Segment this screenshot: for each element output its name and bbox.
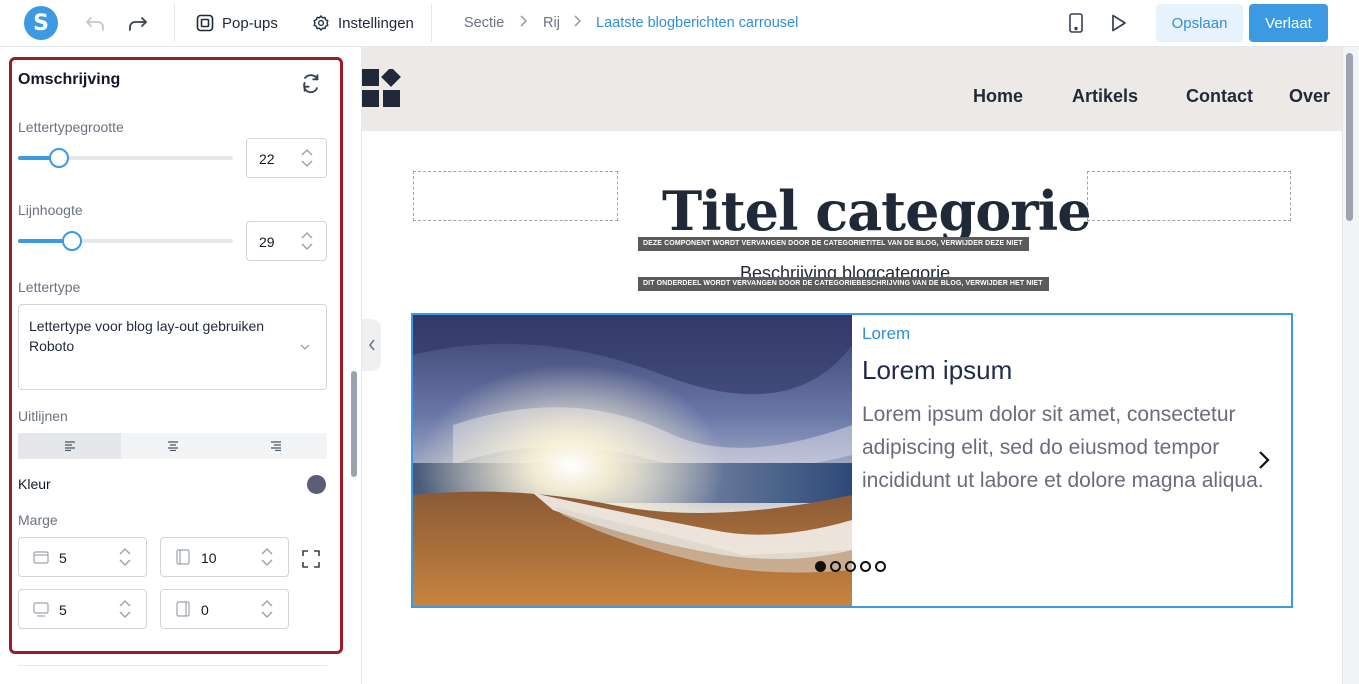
- margin-bottom-input[interactable]: 5: [18, 589, 147, 629]
- font-selected-value: Roboto: [29, 338, 75, 354]
- margin-label: Marge: [18, 512, 58, 528]
- margin-left-value: 0: [201, 602, 209, 618]
- alignment-label: Uitlijnen: [18, 408, 68, 424]
- carousel-category[interactable]: Lorem: [862, 324, 910, 344]
- carousel-post-excerpt: Lorem ipsum dolor sit amet, consectetur …: [862, 403, 1264, 492]
- app-logo[interactable]: S: [24, 6, 58, 40]
- font-family-select[interactable]: Lettertype voor blog lay-out gebruiken R…: [18, 304, 327, 390]
- margin-bottom-icon: [33, 601, 49, 620]
- stepper-icon[interactable]: [118, 599, 132, 622]
- popup-icon: [196, 14, 214, 32]
- font-size-input[interactable]: 22: [246, 138, 327, 178]
- stepper-icon[interactable]: [118, 547, 132, 570]
- site-header: Home Artikels Contact Over: [362, 47, 1342, 131]
- font-size-label: Lettertypegrootte: [18, 119, 124, 135]
- reset-icon[interactable]: [300, 72, 322, 94]
- carousel-dot[interactable]: [845, 561, 856, 572]
- color-swatch[interactable]: [307, 475, 326, 494]
- line-height-value: 29: [259, 234, 275, 250]
- breadcrumb-current: Laatste blogberichten carrousel: [596, 15, 799, 31]
- font-size-slider-knob[interactable]: [49, 148, 69, 168]
- stepper-icon[interactable]: [300, 148, 314, 171]
- align-right-button[interactable]: [224, 433, 327, 459]
- margin-left-icon: [175, 601, 191, 620]
- carousel-dot[interactable]: [815, 561, 826, 572]
- carousel-dot[interactable]: [860, 561, 871, 572]
- title-notice-badge: DEZE COMPONENT WORDT VERVANGEN DOOR DE C…: [638, 237, 1029, 251]
- alignment-toggle: [18, 433, 327, 459]
- margin-top-value: 5: [59, 550, 67, 566]
- blog-carousel[interactable]: Lorem Lorem ipsum Lorem ipsum dolor sit …: [411, 313, 1293, 608]
- font-size-value: 22: [259, 151, 275, 167]
- nav-home[interactable]: Home: [973, 86, 1023, 107]
- chevron-down-icon: [300, 338, 310, 354]
- breadcrumb-chevron-icon: [572, 14, 582, 33]
- font-option-line: Lettertype voor blog lay-out gebruiken: [29, 318, 265, 334]
- align-right-icon: [270, 441, 281, 451]
- margin-right-icon: [175, 549, 191, 568]
- site-logo-icon[interactable]: [362, 67, 404, 114]
- margin-top-icon: [33, 549, 49, 568]
- font-size-slider[interactable]: [18, 148, 233, 168]
- empty-placeholder-right[interactable]: [1087, 171, 1291, 221]
- undo-icon[interactable]: [82, 11, 108, 35]
- breadcrumb-row[interactable]: Rij: [543, 15, 560, 31]
- leave-button[interactable]: Verlaat: [1249, 4, 1328, 42]
- align-center-icon: [167, 441, 178, 451]
- breadcrumb-section[interactable]: Sectie: [464, 15, 504, 31]
- panel-section-title: Omschrijving: [18, 71, 121, 88]
- toolbar-divider: [431, 4, 432, 42]
- line-height-input[interactable]: 29: [246, 221, 327, 261]
- carousel-post-title[interactable]: Lorem ipsum: [862, 355, 1012, 386]
- margin-right-value: 10: [201, 550, 217, 566]
- gear-icon: [313, 15, 329, 31]
- margin-bottom-value: 5: [59, 602, 67, 618]
- align-left-button[interactable]: [18, 433, 121, 459]
- stepper-icon[interactable]: [260, 547, 274, 570]
- margin-right-input[interactable]: 10: [160, 537, 289, 577]
- nav-articles[interactable]: Artikels: [1072, 86, 1138, 107]
- top-toolbar: S Pop-ups Instellingen Sectie Rij Laatst…: [0, 0, 1359, 47]
- breadcrumb-chevron-icon: [518, 14, 528, 33]
- chevron-left-icon: [368, 339, 375, 351]
- collapse-panel-button[interactable]: [362, 319, 381, 371]
- play-preview-icon[interactable]: [1109, 12, 1129, 34]
- settings-panel: Omschrijving Lettertypegrootte 22 Lijnho…: [0, 47, 362, 684]
- canvas-scrollbar-thumb[interactable]: [1346, 53, 1353, 221]
- line-height-label: Lijnhoogte: [18, 202, 83, 218]
- chevron-right-icon[interactable]: [1257, 449, 1271, 476]
- align-left-icon: [64, 441, 75, 451]
- toolbar-divider: [174, 4, 175, 42]
- align-center-button[interactable]: [121, 433, 224, 459]
- carousel-pagination: [815, 561, 886, 572]
- mobile-preview-icon[interactable]: [1066, 12, 1086, 34]
- nav-contact[interactable]: Contact: [1186, 86, 1253, 107]
- margin-left-input[interactable]: 0: [160, 589, 289, 629]
- margin-top-input[interactable]: 5: [18, 537, 147, 577]
- popups-label: Pop-ups: [222, 14, 278, 32]
- carousel-dot[interactable]: [875, 561, 886, 572]
- beach-sunset-image: [413, 315, 852, 606]
- font-family-label: Lettertype: [18, 279, 81, 295]
- stepper-icon[interactable]: [260, 599, 274, 622]
- popups-button[interactable]: Pop-ups: [196, 13, 278, 33]
- page-title: Titel categorie: [662, 179, 1092, 243]
- stepper-icon[interactable]: [300, 231, 314, 254]
- expand-margins-icon[interactable]: [302, 550, 320, 573]
- redo-icon[interactable]: [125, 11, 151, 35]
- panel-scrollbar[interactable]: [351, 371, 357, 477]
- save-button[interactable]: Opslaan: [1156, 4, 1243, 42]
- line-height-slider-knob[interactable]: [62, 231, 82, 251]
- nav-about[interactable]: Over: [1289, 86, 1330, 107]
- description-notice-badge: DIT ONDERDEEL WORDT VERVANGEN DOOR DE CA…: [638, 277, 1049, 291]
- carousel-dot[interactable]: [830, 561, 841, 572]
- editor-canvas: Home Artikels Contact Over Titel categor…: [362, 47, 1359, 684]
- panel-divider: [18, 665, 327, 666]
- settings-button[interactable]: Instellingen: [312, 13, 414, 33]
- color-label: Kleur: [18, 476, 51, 492]
- empty-placeholder-left[interactable]: [413, 171, 618, 221]
- line-height-slider[interactable]: [18, 231, 233, 251]
- settings-label: Instellingen: [338, 14, 414, 32]
